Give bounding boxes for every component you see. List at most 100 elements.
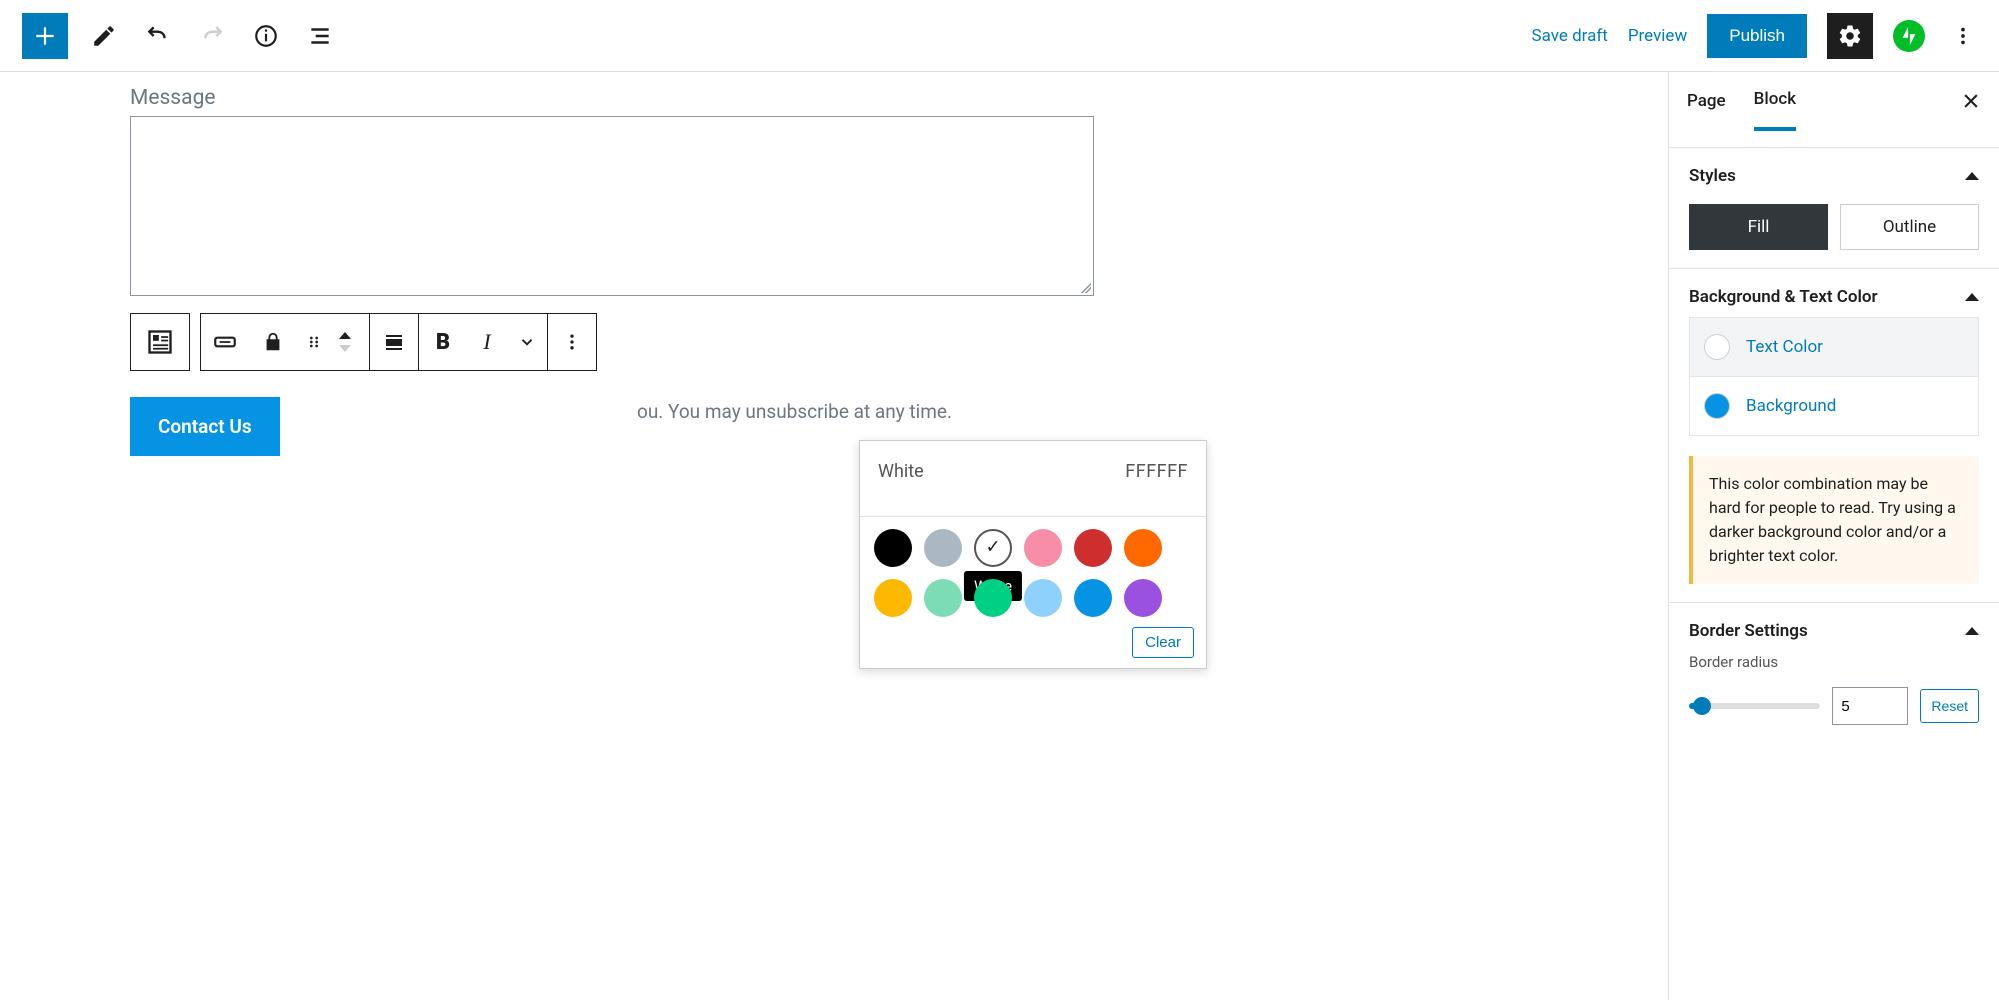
style-fill-button[interactable]: Fill — [1689, 204, 1828, 250]
toolbar-left — [22, 13, 338, 59]
align-button[interactable] — [370, 314, 418, 370]
colors-title: Background & Text Color — [1689, 287, 1878, 307]
lock-icon — [262, 331, 284, 353]
toolbar-right: Save draft Preview Publish — [1532, 13, 1981, 59]
color-swatch[interactable] — [1024, 529, 1062, 567]
settings-button[interactable] — [1827, 13, 1873, 59]
italic-icon: I — [483, 329, 490, 355]
color-picker-popover: White FFFFFF White Clear — [859, 440, 1207, 669]
more-format-button[interactable] — [507, 314, 547, 370]
tab-block[interactable]: Block — [1754, 72, 1796, 131]
message-label: Message — [130, 86, 1538, 110]
jetpack-icon — [1898, 25, 1920, 47]
edit-button[interactable] — [86, 18, 122, 54]
color-swatch[interactable] — [974, 579, 1012, 617]
block-type-button[interactable] — [131, 314, 189, 370]
clear-color-button[interactable]: Clear — [1132, 627, 1194, 658]
bold-button[interactable]: B — [419, 314, 467, 370]
close-sidebar-button[interactable] — [1961, 91, 1981, 111]
redo-button[interactable] — [194, 18, 230, 54]
mover-buttons — [331, 332, 359, 352]
radius-input[interactable] — [1832, 687, 1908, 725]
color-swatch[interactable] — [1124, 529, 1162, 567]
more-vertical-icon — [562, 332, 582, 352]
color-swatch[interactable] — [874, 579, 912, 617]
text-color-row[interactable]: Text Color — [1689, 317, 1979, 377]
save-draft-button[interactable]: Save draft — [1532, 26, 1608, 46]
color-swatch[interactable] — [924, 579, 962, 617]
message-textarea[interactable] — [130, 116, 1094, 296]
radius-slider[interactable] — [1689, 703, 1820, 709]
editor-body: Message — [0, 72, 1999, 1000]
drag-handle-icon — [306, 334, 322, 350]
style-outline-button[interactable]: Outline — [1840, 204, 1979, 250]
button-block-icon — [212, 329, 238, 355]
redo-icon — [199, 23, 225, 49]
color-swatch[interactable] — [1074, 579, 1112, 617]
outline-button[interactable] — [302, 18, 338, 54]
color-swatch[interactable] — [1074, 529, 1112, 567]
chevron-down-icon — [518, 333, 536, 351]
more-vertical-icon — [1952, 25, 1974, 47]
colors-panel-header[interactable]: Background & Text Color — [1689, 287, 1979, 307]
scroll-peek — [1669, 130, 1999, 148]
selected-color-hex: FFFFFF — [1125, 461, 1188, 482]
styles-panel: Styles Fill Outline — [1669, 148, 1999, 269]
move-up-button[interactable] — [339, 332, 351, 339]
colors-panel: Background & Text Color Text Color Backg… — [1669, 269, 1999, 603]
text-color-indicator — [1704, 334, 1730, 360]
info-icon — [253, 23, 279, 49]
color-swatches: White — [860, 517, 1206, 619]
background-color-label: Background — [1746, 396, 1836, 416]
chevron-up-icon — [1965, 627, 1979, 635]
lock-button[interactable] — [249, 314, 297, 370]
chevron-up-icon — [1965, 172, 1979, 180]
preview-button[interactable]: Preview — [1628, 26, 1687, 46]
radius-controls: Reset — [1689, 687, 1979, 725]
radius-label: Border radius — [1689, 653, 1979, 671]
transform-button[interactable] — [201, 314, 249, 370]
jetpack-button[interactable] — [1893, 20, 1925, 52]
info-button[interactable] — [248, 18, 284, 54]
slider-thumb[interactable] — [1693, 697, 1711, 715]
editor-canvas: Message — [0, 72, 1668, 1000]
pencil-icon — [91, 23, 117, 49]
color-swatch[interactable] — [924, 529, 962, 567]
contact-us-button[interactable]: Contact Us — [130, 397, 280, 456]
color-swatch[interactable] — [1124, 579, 1162, 617]
move-down-button[interactable] — [339, 345, 351, 352]
border-panel-header[interactable]: Border Settings — [1689, 621, 1979, 641]
border-panel: Border Settings Border radius Reset — [1669, 603, 1999, 743]
background-color-indicator — [1704, 393, 1730, 419]
popover-header: White FFFFFF — [860, 441, 1206, 517]
undo-button[interactable] — [140, 18, 176, 54]
italic-button[interactable]: I — [467, 314, 507, 370]
chevron-up-icon — [1965, 293, 1979, 301]
close-icon — [1961, 91, 1981, 111]
selected-color-name: White — [878, 461, 924, 482]
style-options: Fill Outline — [1689, 204, 1979, 250]
color-swatch[interactable] — [874, 529, 912, 567]
bold-icon: B — [436, 330, 450, 355]
styles-title: Styles — [1689, 166, 1736, 186]
color-swatch[interactable] — [1024, 579, 1062, 617]
plus-icon — [32, 23, 58, 49]
more-menu-button[interactable] — [1945, 18, 1981, 54]
drag-handle[interactable] — [297, 314, 331, 370]
gear-icon — [1837, 23, 1863, 49]
align-icon — [382, 330, 406, 354]
settings-sidebar: Page Block Styles Fill Outline Backgroun… — [1668, 72, 1999, 1000]
contrast-warning: This color combination may be hard for p… — [1689, 456, 1979, 584]
color-swatch[interactable]: White — [974, 529, 1012, 567]
sidebar-tabs: Page Block — [1669, 72, 1999, 130]
block-type-group — [130, 313, 190, 371]
radius-reset-button[interactable]: Reset — [1920, 689, 1979, 723]
block-more-button[interactable] — [548, 314, 596, 370]
styles-panel-header[interactable]: Styles — [1689, 166, 1979, 186]
background-color-row[interactable]: Background — [1689, 377, 1979, 436]
form-block-icon — [146, 328, 174, 356]
border-title: Border Settings — [1689, 621, 1808, 641]
publish-button[interactable]: Publish — [1707, 14, 1807, 58]
add-block-button[interactable] — [22, 13, 68, 59]
tab-page[interactable]: Page — [1687, 73, 1726, 129]
